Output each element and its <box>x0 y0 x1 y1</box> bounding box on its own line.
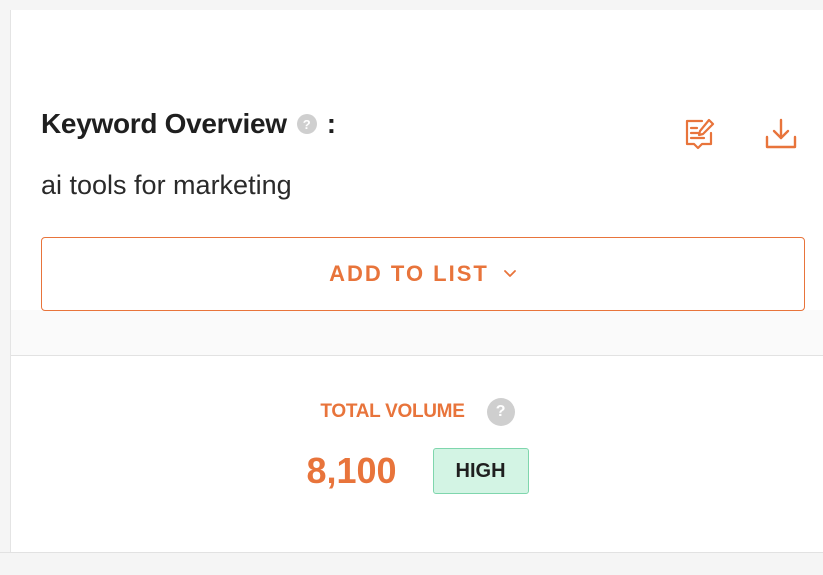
keyword-overview-card: Keyword Overview ? : ai tools for market… <box>10 10 823 562</box>
notes-edit-button[interactable] <box>679 114 719 154</box>
notes-edit-icon <box>685 118 715 150</box>
download-icon <box>765 118 797 149</box>
help-icon[interactable]: ? <box>296 114 317 134</box>
keyword-text: ai tools for marketing <box>41 170 292 200</box>
total-volume-label: TOTAL VOLUME <box>320 401 465 422</box>
total-volume-row: 8,100 HIGH <box>11 448 823 494</box>
download-button[interactable] <box>761 114 801 154</box>
section-divider <box>11 310 823 356</box>
volume-help-icon[interactable]: ? <box>486 398 515 426</box>
chevron-down-icon <box>503 269 517 279</box>
total-volume-header: TOTAL VOLUME ? <box>11 398 823 426</box>
add-to-list-label: ADD TO LIST <box>329 261 489 286</box>
title-colon: : <box>326 108 337 139</box>
overview-title: Keyword Overview <box>41 108 287 139</box>
volume-level-badge: HIGH <box>432 448 529 494</box>
bottom-divider <box>0 552 823 575</box>
overview-title-row: Keyword Overview ? : <box>41 108 336 140</box>
add-to-list-button[interactable]: ADD TO LIST <box>41 237 805 311</box>
total-volume-value: 8,100 <box>306 450 397 491</box>
